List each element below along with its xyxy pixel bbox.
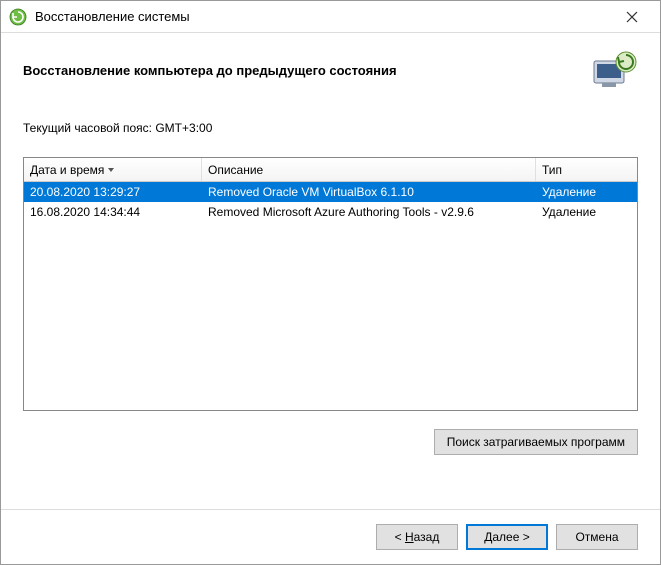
cell-type: Удаление [536, 203, 637, 221]
table-body: 20.08.2020 13:29:27Removed Oracle VM Vir… [24, 182, 637, 222]
column-header-type[interactable]: Тип [536, 158, 637, 181]
table-header: Дата и время Описание Тип [24, 158, 637, 182]
cancel-button[interactable]: Отмена [556, 524, 638, 550]
restore-points-table: Дата и время Описание Тип 20.08.2020 13:… [23, 157, 638, 411]
cell-description: Removed Microsoft Azure Authoring Tools … [202, 203, 536, 221]
table-row[interactable]: 16.08.2020 14:34:44Removed Microsoft Azu… [24, 202, 637, 222]
cell-type: Удаление [536, 183, 637, 201]
content-area: Текущий часовой пояс: GMT+3:00 Дата и вр… [1, 109, 660, 509]
back-button[interactable]: < Назад [376, 524, 458, 550]
system-restore-icon [9, 8, 27, 26]
window-title: Восстановление системы [35, 9, 612, 24]
table-row[interactable]: 20.08.2020 13:29:27Removed Oracle VM Vir… [24, 182, 637, 202]
sort-indicator-icon [108, 168, 114, 172]
close-icon [626, 11, 638, 23]
page-title: Восстановление компьютера до предыдущего… [23, 63, 397, 78]
wizard-header: Восстановление компьютера до предыдущего… [1, 33, 660, 109]
column-header-description-label: Описание [208, 163, 263, 177]
scan-affected-programs-button[interactable]: Поиск затрагиваемых программ [434, 429, 638, 455]
wizard-footer: < Назад Далее > Отмена [1, 509, 660, 564]
cell-date: 20.08.2020 13:29:27 [24, 183, 202, 201]
column-header-date-label: Дата и время [30, 163, 104, 177]
timezone-label: Текущий часовой пояс: GMT+3:00 [23, 121, 638, 135]
next-button[interactable]: Далее > [466, 524, 548, 550]
cell-date: 16.08.2020 14:34:44 [24, 203, 202, 221]
system-restore-dialog: Восстановление системы Восстановление ко… [0, 0, 661, 565]
close-button[interactable] [612, 3, 652, 31]
restore-hero-icon [590, 49, 638, 91]
column-header-type-label: Тип [542, 163, 562, 177]
titlebar: Восстановление системы [1, 1, 660, 33]
cell-description: Removed Oracle VM VirtualBox 6.1.10 [202, 183, 536, 201]
scan-row: Поиск затрагиваемых программ [23, 429, 638, 455]
column-header-date[interactable]: Дата и время [24, 158, 202, 181]
column-header-description[interactable]: Описание [202, 158, 536, 181]
